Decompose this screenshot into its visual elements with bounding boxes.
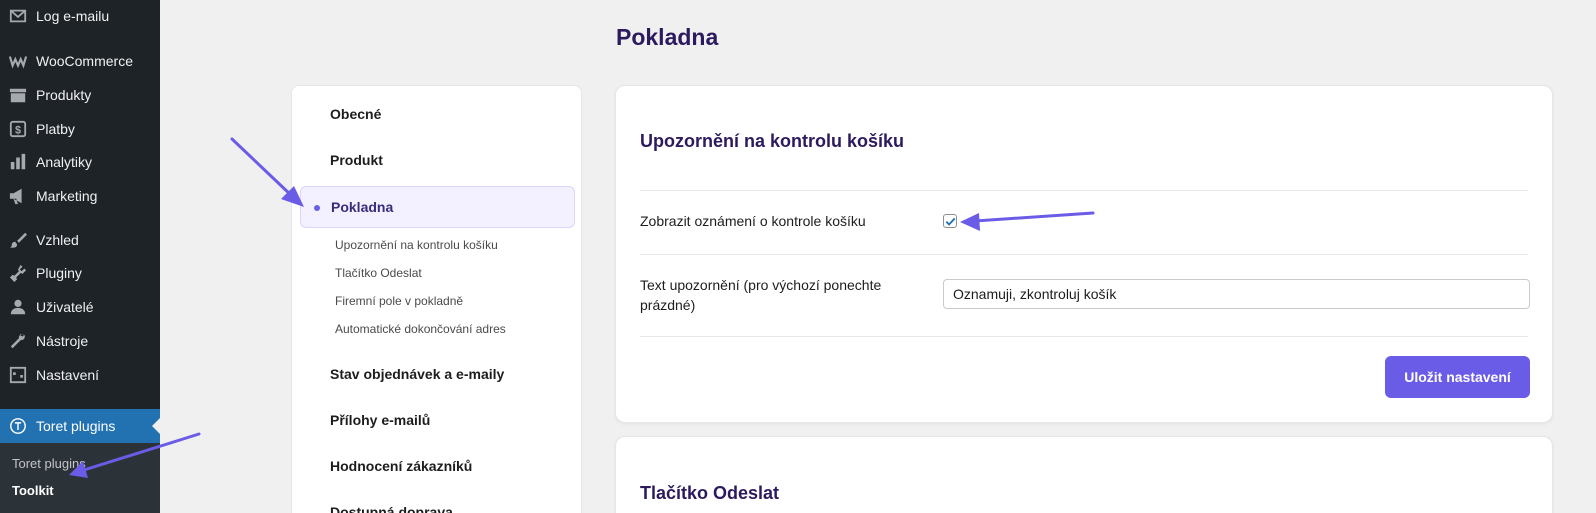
sidebar-item-users[interactable]: Uživatelé	[0, 292, 160, 322]
settings-nav: Obecné Produkt Pokladna Upozornění na ko…	[291, 85, 582, 513]
notice-text-input[interactable]	[943, 279, 1530, 309]
sidebar-item-label: Produkty	[36, 87, 92, 103]
user-icon	[8, 297, 28, 317]
sidebar-item-label: Uživatelé	[36, 299, 94, 315]
settings-subnav-company-fields[interactable]: Firemní pole v pokladně	[335, 294, 463, 308]
svg-text:$: $	[15, 125, 21, 137]
show-notice-checkbox[interactable]	[943, 214, 957, 228]
admin-sidebar: Log e-mailu WooCommerce Produkty $ Platb…	[0, 0, 160, 513]
sidebar-item-label: Toret plugins	[36, 418, 116, 434]
checkmark-icon	[945, 217, 956, 226]
paintbrush-icon	[8, 230, 28, 250]
settings-icon	[8, 365, 28, 385]
settings-nav-order-status-emails[interactable]: Stav objednávek a e-maily	[330, 366, 504, 382]
megaphone-icon	[8, 186, 28, 206]
sidebar-item-payments[interactable]: $ Platby	[0, 114, 160, 144]
sidebar-item-label: Log e-mailu	[36, 8, 110, 24]
show-notice-label: Zobrazit oznámení o kontrole košíku	[640, 213, 866, 229]
card-title: Tlačítko Odeslat	[640, 483, 780, 503]
settings-nav-available-shipping[interactable]: Dostupná doprava	[330, 504, 453, 513]
divider	[640, 254, 1528, 255]
notice-text-label: Text upozornění (pro výchozí ponechte pr…	[640, 277, 882, 313]
mail-icon	[8, 6, 28, 26]
toret-logo-icon	[8, 416, 28, 436]
sidebar-item-settings[interactable]: Nastavení	[0, 360, 160, 390]
card-title: Upozornění na kontrolu košíku	[640, 131, 905, 151]
archive-icon	[8, 85, 28, 105]
sidebar-item-tools[interactable]: Nástroje	[0, 326, 160, 356]
woocommerce-icon	[8, 51, 28, 71]
sidebar-item-products[interactable]: Produkty	[0, 80, 160, 110]
sidebar-item-label: Nastavení	[36, 367, 100, 383]
submenu-item-toolkit[interactable]: Toolkit	[12, 483, 54, 498]
sidebar-item-plugins[interactable]: Pluginy	[0, 258, 160, 288]
settings-subnav-cart-check-notice[interactable]: Upozornění na kontrolu košíku	[335, 238, 498, 252]
sidebar-item-label: Marketing	[36, 188, 98, 204]
dollar-icon: $	[8, 119, 28, 139]
sidebar-item-label: Platby	[36, 121, 75, 137]
settings-nav-email-attachments[interactable]: Přílohy e-mailů	[330, 412, 430, 428]
sidebar-item-label: Analytiky	[36, 154, 93, 170]
sidebar-item-label: Vzhled	[36, 232, 79, 248]
plugin-icon	[8, 263, 28, 283]
sidebar-item-woocommerce[interactable]: WooCommerce	[0, 46, 160, 76]
wrench-icon	[8, 331, 28, 351]
sidebar-item-label: Nástroje	[36, 333, 89, 349]
settings-nav-checkout-label: Pokladna	[331, 199, 394, 215]
submit-button-card: Tlačítko Odeslat	[615, 436, 1553, 513]
sidebar-item-appearance[interactable]: Vzhled	[0, 225, 160, 255]
cart-check-notice-card: Upozornění na kontrolu košíku Zobrazit o…	[615, 85, 1553, 423]
settings-nav-general[interactable]: Obecné	[330, 106, 381, 122]
sidebar-item-marketing[interactable]: Marketing	[0, 181, 160, 211]
sidebar-item-analytics[interactable]: Analytiky	[0, 147, 160, 177]
page-title: Pokladna	[616, 24, 719, 50]
toret-submenu: Toret plugins Toolkit	[0, 443, 160, 513]
save-settings-button[interactable]: Uložit nastavení	[1385, 356, 1530, 398]
submenu-item-toret-plugins[interactable]: Toret plugins	[12, 456, 86, 471]
settings-nav-customer-reviews[interactable]: Hodnocení zákazníků	[330, 458, 472, 474]
settings-nav-checkout[interactable]: Pokladna	[300, 186, 575, 228]
bar-chart-icon	[8, 152, 28, 172]
settings-nav-product[interactable]: Produkt	[330, 152, 383, 168]
active-dot-icon	[314, 205, 320, 211]
sidebar-item-label: Pluginy	[36, 265, 82, 281]
sidebar-item-label: WooCommerce	[36, 53, 133, 69]
sidebar-item-toret-plugins[interactable]: Toret plugins	[0, 409, 160, 443]
sidebar-item-email-log[interactable]: Log e-mailu	[0, 1, 160, 31]
settings-subnav-address-autocomplete[interactable]: Automatické dokončování adres	[335, 322, 506, 336]
settings-subnav-submit-button[interactable]: Tlačítko Odeslat	[335, 266, 422, 280]
divider	[640, 190, 1528, 191]
divider	[640, 336, 1528, 337]
